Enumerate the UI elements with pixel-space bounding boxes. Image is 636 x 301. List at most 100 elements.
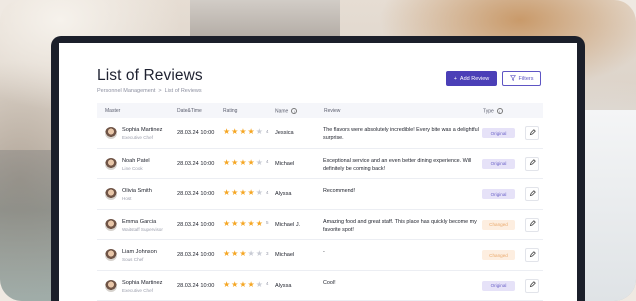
master-role: Line Cook: [122, 165, 143, 171]
pencil-icon: [529, 128, 536, 138]
star-icon: ★: [255, 249, 263, 258]
star-icon: ★: [223, 279, 231, 289]
star-icon: ★: [223, 188, 231, 197]
avatar: [105, 127, 117, 139]
column-type[interactable]: Type i: [483, 108, 503, 114]
rating-value: 4: [265, 190, 269, 196]
review-datetime: 28.03.24 10:00: [177, 160, 215, 167]
rating-value: 4: [265, 129, 269, 135]
column-review[interactable]: Review: [324, 108, 340, 114]
star-icon: ★: [255, 127, 263, 136]
breadcrumb-separator: >: [158, 88, 162, 94]
table-row: Emma Garcia Waitstaff Supervisor 28.03.24 …: [97, 210, 543, 240]
star-icon: ★: [247, 279, 255, 289]
breadcrumb: Personnel Management > List of Reviews: [97, 88, 203, 94]
master-name: Emma Garcia: [122, 218, 157, 225]
edit-button[interactable]: [525, 217, 539, 232]
star-icon: ★: [247, 157, 255, 167]
master-name: Noah Patel: [122, 157, 150, 164]
info-icon[interactable]: i: [496, 108, 503, 114]
rating-value: 4: [265, 160, 269, 165]
star-icon: ★: [247, 188, 255, 197]
edit-button[interactable]: [525, 156, 539, 171]
avatar: [105, 188, 117, 200]
star-icon: ★: [223, 218, 231, 228]
edit-button[interactable]: [525, 278, 539, 293]
reviews-table: Master Date&Time Rating Name i Review Typ…: [97, 103, 543, 301]
review-text: Cool!: [323, 279, 336, 286]
star-icon: ★: [231, 127, 239, 136]
reviewer-name: Alyssa: [275, 282, 292, 289]
column-datetime[interactable]: Date&Time: [177, 108, 202, 114]
star-icon: ★: [247, 218, 255, 228]
breadcrumb-item-reviews: List of Reviews: [164, 88, 202, 94]
column-master[interactable]: Master: [105, 108, 120, 114]
table-row: Sophia Martinez Executive Chef 28.03.24 10…: [97, 271, 543, 301]
page-header: List of Reviews Personnel Management > L…: [97, 67, 203, 94]
edit-button[interactable]: [525, 187, 539, 201]
master-role: Executive Chef: [122, 135, 153, 140]
star-icon: ★: [231, 218, 239, 228]
pencil-icon: [529, 250, 536, 260]
star-icon: ★: [239, 157, 247, 167]
review-text: Amazing food and great staff. This place…: [323, 218, 477, 233]
info-icon[interactable]: i: [291, 108, 298, 114]
reviewer-name: Michael J.: [275, 221, 301, 228]
rating-value: 3: [265, 251, 269, 257]
rating-stars: ★ ★ ★ ★ ★ 4: [223, 189, 269, 197]
avatar: [105, 279, 117, 292]
master-name: Olivia Smith: [122, 188, 152, 194]
breadcrumb-item-personnel[interactable]: Personnel Management: [97, 88, 155, 94]
edit-button[interactable]: [525, 248, 539, 262]
column-rating[interactable]: Rating: [223, 108, 237, 114]
star-icon: ★: [231, 157, 239, 167]
star-icon: ★: [247, 127, 255, 136]
star-icon: ★: [239, 188, 247, 197]
background-cabinet: [584, 110, 636, 301]
table-body: Sophia Martinez Executive Chef 28.03.24 10…: [97, 118, 543, 301]
filters-label: Filters: [518, 75, 534, 82]
type-badge: Original: [482, 158, 515, 169]
edit-button[interactable]: [525, 126, 539, 140]
type-badge: Original: [482, 189, 515, 199]
star-icon: ★: [247, 249, 255, 258]
star-icon: ★: [239, 127, 247, 136]
master-role: Executive Chef: [122, 287, 153, 293]
master-name: Liam Johnson: [122, 249, 157, 255]
filters-button[interactable]: Filters: [502, 71, 541, 86]
pencil-icon: [529, 220, 536, 229]
review-datetime: 28.03.24 10:00: [177, 282, 215, 289]
review-text: Recommend!: [323, 188, 356, 194]
add-review-button[interactable]: + Add Review: [446, 71, 497, 86]
star-icon: ★: [239, 249, 247, 258]
star-icon: ★: [255, 279, 263, 289]
type-badge: Original: [482, 280, 515, 291]
avatar: [105, 249, 117, 261]
master-role: Host: [122, 196, 132, 201]
page-title: List of Reviews: [97, 67, 203, 84]
rating-stars: ★ ★ ★ ★ ★ 4: [223, 279, 269, 289]
star-icon: ★: [223, 127, 231, 136]
star-icon: ★: [255, 218, 263, 228]
plus-icon: +: [453, 75, 457, 82]
review-text: -: [323, 249, 325, 255]
type-badge: Original: [482, 128, 515, 138]
avatar: [105, 218, 117, 231]
master-name: Sophia Martinez: [122, 127, 163, 133]
table-row: Liam Johnson Sous Chef 28.03.24 10:00 ★ ★ ★ ★ ★…: [97, 240, 543, 271]
column-name[interactable]: Name i: [275, 108, 298, 114]
star-icon: ★: [255, 188, 263, 197]
reviewer-name: Jessica: [275, 130, 294, 136]
pencil-icon: [529, 281, 536, 290]
type-badge: Changed: [482, 219, 515, 230]
star-icon: ★: [231, 249, 239, 258]
rating-stars: ★ ★ ★ ★ ★ 5: [223, 218, 269, 228]
review-text: Exceptional service and an even better d…: [323, 157, 472, 172]
reviewer-name: Michael: [275, 252, 295, 258]
review-datetime: 28.03.24 10:00: [177, 191, 215, 197]
master-name: Sophia Martinez: [122, 279, 163, 286]
reviewer-name: Michael: [275, 160, 295, 167]
rating-value: 4: [265, 282, 269, 287]
master-role: Waitstaff Supervisor: [122, 226, 163, 232]
master-role: Sous Chef: [122, 257, 144, 262]
